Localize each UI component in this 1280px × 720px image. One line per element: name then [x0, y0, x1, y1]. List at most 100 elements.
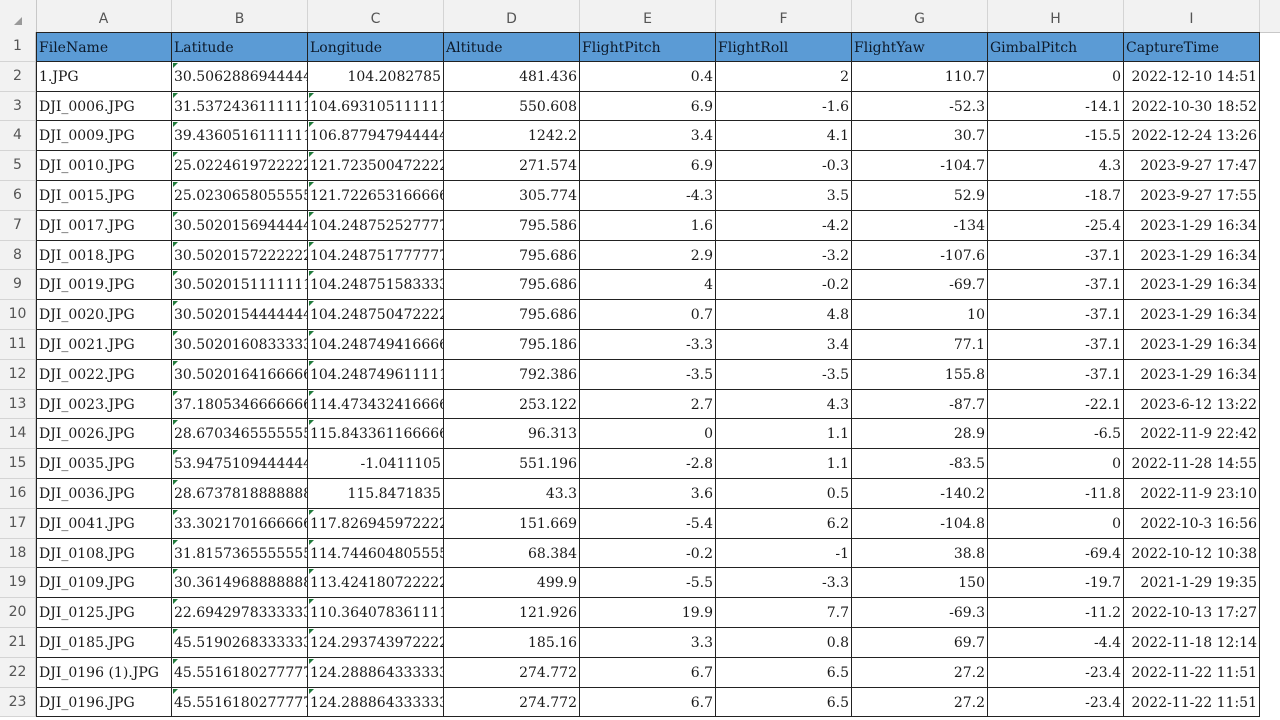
table-cell[interactable]: 31.53724361111111 [172, 91, 308, 122]
table-cell[interactable]: 2022-12-10 14:51 [1124, 61, 1260, 92]
table-cell[interactable]: -37.1 [988, 270, 1124, 301]
table-cell[interactable]: 27.2 [852, 657, 988, 688]
table-cell[interactable]: -0.2 [580, 538, 716, 569]
table-cell[interactable]: -4.2 [716, 210, 852, 241]
table-cell[interactable]: 274.772 [444, 687, 580, 718]
table-cell[interactable]: -3.3 [580, 330, 716, 360]
table-cell[interactable]: 30.7 [852, 121, 988, 152]
table-cell[interactable]: 77.1 [852, 330, 988, 360]
table-cell[interactable]: DJI_0036.JPG [36, 479, 172, 509]
table-cell[interactable]: 1.6 [580, 210, 716, 241]
table-cell[interactable]: 121.7235004722222 [308, 151, 444, 181]
table-cell[interactable]: 6.5 [716, 657, 852, 688]
table-cell[interactable]: 124.2937439722222 [308, 628, 444, 658]
table-cell[interactable]: 2 [716, 61, 852, 92]
row-header-15[interactable]: 15 [0, 449, 36, 479]
table-cell[interactable]: -0.2 [716, 270, 852, 301]
header-cell-c[interactable]: Longitude [308, 32, 444, 62]
table-cell[interactable]: -69.4 [988, 538, 1124, 569]
header-cell-d[interactable]: Altitude [444, 32, 580, 62]
table-cell[interactable]: 551.196 [444, 449, 580, 479]
table-cell[interactable]: 499.9 [444, 568, 580, 599]
table-cell[interactable]: 2023-9-27 17:47 [1124, 151, 1260, 181]
table-cell[interactable]: 37.18053466666667 [172, 389, 308, 420]
table-cell[interactable]: 69.7 [852, 628, 988, 658]
table-cell[interactable]: -0.3 [716, 151, 852, 181]
table-cell[interactable]: 115.8471835 [308, 479, 444, 509]
table-cell[interactable]: 114.7446048055555 [308, 538, 444, 569]
table-cell[interactable]: 45.55161802777778 [172, 657, 308, 688]
table-cell[interactable]: 115.8433611666666 [308, 419, 444, 450]
table-cell[interactable]: 2022-12-24 13:26 [1124, 121, 1260, 152]
table-cell[interactable]: 25.02306580555555 [172, 181, 308, 211]
table-cell[interactable]: 0.5 [716, 479, 852, 509]
table-cell[interactable]: DJI_0006.JPG [36, 91, 172, 122]
table-cell[interactable]: 4.8 [716, 300, 852, 330]
table-cell[interactable]: 185.16 [444, 628, 580, 658]
table-cell[interactable]: 1.1 [716, 449, 852, 479]
table-cell[interactable]: -52.3 [852, 91, 988, 122]
table-cell[interactable]: 38.8 [852, 538, 988, 569]
table-cell[interactable]: 1242.2 [444, 121, 580, 152]
table-cell[interactable]: DJI_0041.JPG [36, 508, 172, 539]
table-cell[interactable]: 30.50201641666666 [172, 359, 308, 390]
row-header-20[interactable]: 20 [0, 598, 36, 628]
table-cell[interactable]: 52.9 [852, 181, 988, 211]
header-cell-h[interactable]: GimbalPitch [988, 32, 1124, 62]
row-header-12[interactable]: 12 [0, 359, 36, 390]
table-cell[interactable]: 96.313 [444, 419, 580, 450]
table-cell[interactable]: DJI_0026.JPG [36, 419, 172, 450]
table-cell[interactable]: 2022-11-28 14:55 [1124, 449, 1260, 479]
table-cell[interactable]: -23.4 [988, 657, 1124, 688]
table-cell[interactable]: 3.5 [716, 181, 852, 211]
table-cell[interactable]: 4.3 [988, 151, 1124, 181]
table-cell[interactable]: DJI_0010.JPG [36, 151, 172, 181]
table-cell[interactable]: DJI_0108.JPG [36, 538, 172, 569]
table-cell[interactable]: 792.386 [444, 359, 580, 390]
header-cell-e[interactable]: FlightPitch [580, 32, 716, 62]
table-cell[interactable]: 3.4 [580, 121, 716, 152]
table-cell[interactable]: 2022-10-13 17:27 [1124, 598, 1260, 628]
table-cell[interactable]: -87.7 [852, 389, 988, 420]
column-header-b[interactable]: B [172, 0, 308, 32]
table-cell[interactable]: 795.686 [444, 270, 580, 301]
row-header-19[interactable]: 19 [0, 568, 36, 599]
row-header-9[interactable]: 9 [0, 270, 36, 301]
table-cell[interactable]: -5.4 [580, 508, 716, 539]
table-cell[interactable]: 0 [988, 61, 1124, 92]
table-cell[interactable]: 2022-10-12 10:38 [1124, 538, 1260, 569]
table-cell[interactable]: 795.686 [444, 300, 580, 330]
table-cell[interactable]: 795.586 [444, 210, 580, 241]
table-cell[interactable]: DJI_0035.JPG [36, 449, 172, 479]
column-header-i[interactable]: I [1124, 0, 1260, 32]
table-cell[interactable]: 104.2487496111111 [308, 359, 444, 390]
table-cell[interactable]: 104.2487517777777 [308, 240, 444, 271]
row-header-16[interactable]: 16 [0, 479, 36, 509]
table-cell[interactable]: DJI_0196 (1).JPG [36, 657, 172, 688]
table-cell[interactable]: 45.51902683333333 [172, 628, 308, 658]
table-cell[interactable]: 104.6931051111111 [308, 91, 444, 122]
row-header-17[interactable]: 17 [0, 508, 36, 539]
table-cell[interactable]: 2023-1-29 16:34 [1124, 300, 1260, 330]
table-cell[interactable]: 0.7 [580, 300, 716, 330]
table-cell[interactable]: 2023-1-29 16:34 [1124, 210, 1260, 241]
table-cell[interactable]: 2023-1-29 16:34 [1124, 240, 1260, 271]
column-header-e[interactable]: E [580, 0, 716, 32]
table-cell[interactable]: DJI_0015.JPG [36, 181, 172, 211]
table-cell[interactable]: -83.5 [852, 449, 988, 479]
table-cell[interactable]: 114.4734324166666 [308, 389, 444, 420]
table-cell[interactable]: 0.4 [580, 61, 716, 92]
table-cell[interactable]: -23.4 [988, 687, 1124, 718]
table-cell[interactable]: 2021-1-29 19:35 [1124, 568, 1260, 599]
table-cell[interactable]: 104.2487504722222 [308, 300, 444, 330]
table-cell[interactable]: 27.2 [852, 687, 988, 718]
column-header-g[interactable]: G [852, 0, 988, 32]
table-cell[interactable]: 2022-10-30 18:52 [1124, 91, 1260, 122]
row-header-23[interactable]: 23 [0, 687, 36, 718]
row-header-2[interactable]: 2 [0, 61, 36, 92]
row-header-8[interactable]: 8 [0, 240, 36, 271]
table-cell[interactable]: 30.50201569444444 [172, 210, 308, 241]
table-cell[interactable]: 33.30217016666666 [172, 508, 308, 539]
table-cell[interactable]: 271.574 [444, 151, 580, 181]
table-cell[interactable]: DJI_0019.JPG [36, 270, 172, 301]
